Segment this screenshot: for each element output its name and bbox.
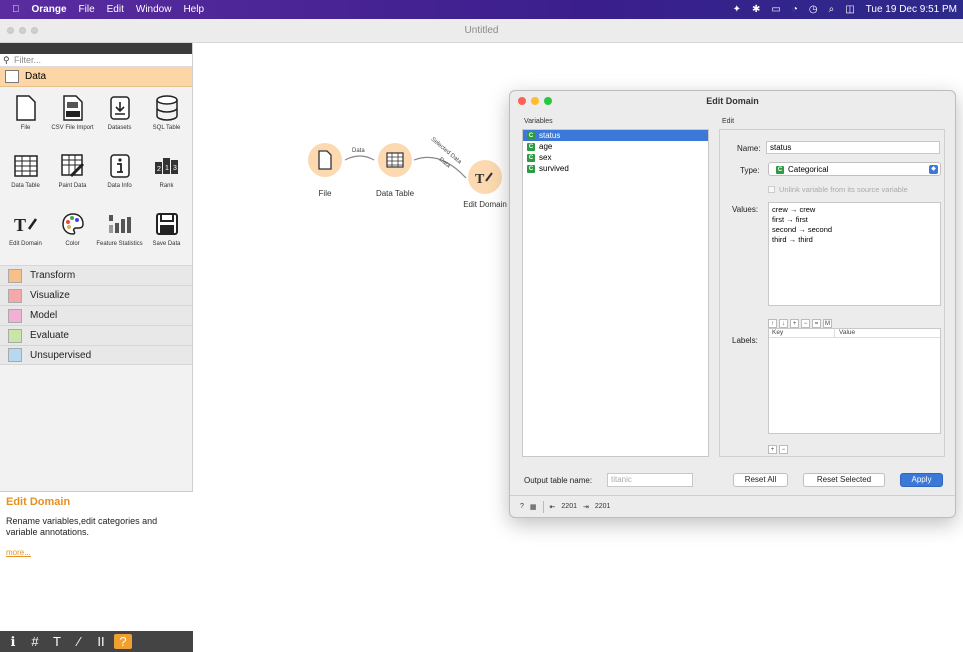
variable-item-status[interactable]: Cstatus	[523, 130, 708, 141]
node-label: File	[318, 189, 332, 198]
variable-name: sex	[539, 153, 552, 162]
variable-name: status	[539, 131, 561, 140]
variable-item-sex[interactable]: Csex	[523, 152, 708, 163]
name-label: Name:	[737, 144, 761, 153]
labels-table[interactable]: Key Value	[768, 328, 941, 434]
output-table-label: Output table name:	[524, 476, 593, 485]
node-label: Edit Domain	[463, 200, 507, 209]
unlink-label: Unlink variable from its source variable	[779, 185, 908, 194]
file-icon	[308, 143, 342, 177]
value-item[interactable]: first → first	[772, 215, 937, 225]
move-up-button[interactable]: ↑	[768, 319, 777, 328]
dialog-status-bar: ? ▦ ⇤ 2201 ⇥ 2201	[510, 495, 955, 517]
reset-selected-button[interactable]: Reset Selected	[803, 473, 885, 487]
apply-button[interactable]: Apply	[900, 473, 943, 487]
categorical-icon: C	[527, 131, 535, 140]
output-icon: ⇥	[582, 503, 589, 511]
column-key: Key	[769, 329, 835, 337]
dialog-zoom-button[interactable]	[544, 97, 552, 105]
name-field[interactable]: status	[766, 141, 940, 154]
grid-icon[interactable]: #	[26, 634, 44, 649]
dialog-close-button[interactable]	[518, 97, 526, 105]
text-annotation-icon[interactable]: T	[48, 634, 66, 649]
add-value-button[interactable]: +	[790, 319, 799, 328]
input-count: 2201	[561, 503, 577, 510]
type-value: Categorical	[788, 165, 829, 174]
variables-header: Variables	[524, 118, 553, 125]
table-icon	[378, 143, 412, 177]
checkbox-icon	[768, 186, 775, 193]
node-file[interactable]: File	[305, 143, 345, 198]
variables-list[interactable]: Cstatus Cage Csex Csurvived	[522, 129, 709, 457]
move-down-button[interactable]: ↓	[779, 319, 788, 328]
merge-button[interactable]: =	[812, 319, 821, 328]
remove-label-button[interactable]: −	[779, 445, 788, 454]
variable-item-survived[interactable]: Csurvived	[523, 163, 708, 174]
column-value: Value	[839, 329, 856, 336]
variable-name: age	[539, 142, 553, 151]
variable-name: survived	[539, 164, 569, 173]
type-select[interactable]: C Categorical ◆	[768, 162, 941, 176]
output-table-name-field[interactable]: titanic	[607, 473, 693, 487]
chevron-updown-icon: ◆	[929, 165, 938, 174]
node-data-table[interactable]: Data Table	[373, 143, 417, 198]
dialog-window-controls	[518, 97, 552, 105]
categorical-icon: C	[527, 153, 535, 162]
add-label-button[interactable]: +	[768, 445, 777, 454]
values-list[interactable]: crew → crew first → first second → secon…	[768, 202, 941, 306]
value-item[interactable]: crew → crew	[772, 205, 937, 215]
reset-all-button[interactable]: Reset All	[733, 473, 788, 487]
categorical-icon: C	[776, 166, 784, 174]
dialog-title: Edit Domain	[706, 96, 759, 106]
edit-domain-icon: T	[468, 160, 502, 194]
categorical-icon: C	[527, 142, 535, 151]
node-label: Data Table	[375, 189, 415, 198]
report-icon[interactable]: ▦	[530, 503, 537, 511]
dialog-titlebar: Edit Domain	[510, 91, 955, 111]
labels-header: Key Value	[769, 329, 940, 338]
edit-domain-dialog: Edit Domain Variables Edit Cstatus Cage …	[509, 90, 956, 518]
categorical-icon: C	[527, 164, 535, 173]
labels-label: Labels:	[732, 336, 758, 345]
values-label: Values:	[732, 205, 759, 214]
dialog-minimize-button[interactable]	[531, 97, 539, 105]
type-label: Type:	[740, 166, 760, 175]
output-placeholder: titanic	[611, 475, 632, 484]
input-icon: ⇤	[549, 503, 556, 511]
output-count: 2201	[594, 503, 611, 510]
status-divider	[542, 500, 544, 513]
merge-infrequent-button[interactable]: M	[823, 319, 832, 328]
unlink-checkbox[interactable]: Unlink variable from its source variable	[768, 185, 908, 194]
help-icon[interactable]: ?	[114, 634, 132, 649]
info-icon[interactable]: ℹ	[4, 634, 22, 650]
value-item[interactable]: second → second	[772, 225, 937, 235]
arrow-annotation-icon[interactable]: ⁄	[70, 634, 88, 649]
node-edit-domain[interactable]: T Edit Domain	[455, 160, 515, 209]
link-label-data: Data	[352, 148, 365, 154]
remove-value-button[interactable]: −	[801, 319, 810, 328]
svg-text:T: T	[475, 172, 485, 185]
variable-item-age[interactable]: Cage	[523, 141, 708, 152]
edit-header: Edit	[722, 118, 735, 125]
value-item[interactable]: third → third	[772, 235, 937, 245]
edit-pane: Name: status Type: C Categorical ◆ Unlin…	[719, 129, 945, 457]
pause-icon[interactable]: II	[92, 634, 110, 649]
help-icon[interactable]: ?	[520, 503, 524, 510]
label-buttons: + −	[768, 438, 790, 456]
toolbox-bottom-bar: ℹ # T ⁄ II ?	[0, 631, 193, 652]
